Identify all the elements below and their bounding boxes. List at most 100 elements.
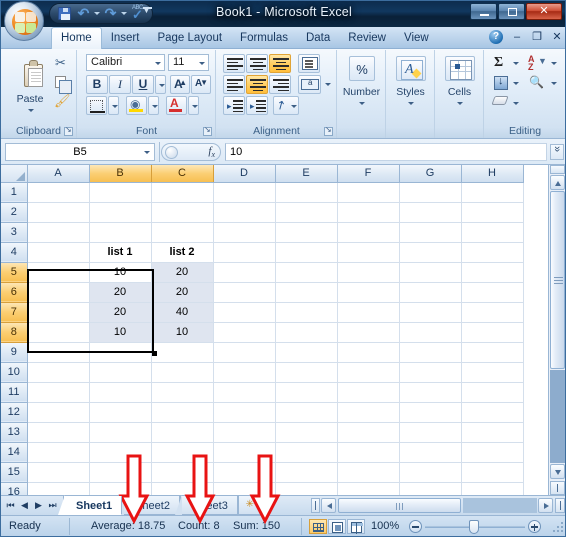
bottom-align-button[interactable]: [269, 54, 291, 73]
cell-c7[interactable]: 40: [151, 302, 214, 323]
underline-dropdown-button[interactable]: [155, 75, 166, 94]
minimize-ribbon-icon[interactable]: –: [511, 31, 523, 43]
cell-b1[interactable]: [89, 182, 152, 203]
find-select-dropdown-icon[interactable]: [551, 82, 557, 85]
row-header-8[interactable]: 8: [1, 322, 28, 343]
row-header-16[interactable]: 16: [1, 482, 28, 495]
cell-h9[interactable]: [461, 342, 524, 363]
cell-b5[interactable]: 10: [89, 262, 152, 283]
undo-dropdown-icon[interactable]: [94, 12, 100, 15]
font-size-dropdown-icon[interactable]: [199, 62, 205, 65]
cell-f9[interactable]: [337, 342, 400, 363]
sort-filter-dropdown-icon[interactable]: [551, 62, 557, 65]
cell-c1[interactable]: [151, 182, 214, 203]
tab-review[interactable]: Review: [339, 28, 395, 49]
cell-e8[interactable]: [275, 322, 338, 343]
name-box-dropdown-icon[interactable]: [144, 151, 150, 154]
italic-button[interactable]: I: [109, 75, 131, 94]
close-workbook-icon[interactable]: ✕: [551, 31, 563, 43]
tab-view[interactable]: View: [395, 28, 438, 49]
cell-b2[interactable]: [89, 202, 152, 223]
cell-g10[interactable]: [399, 362, 462, 383]
cell-g14[interactable]: [399, 442, 462, 463]
cells-dropdown-icon[interactable]: [457, 102, 463, 105]
next-sheet-icon[interactable]: ▶: [32, 499, 45, 512]
cell-b14[interactable]: [89, 442, 152, 463]
cell-d3[interactable]: [213, 222, 276, 243]
cell-d6[interactable]: [213, 282, 276, 303]
formula-input[interactable]: 10: [225, 143, 547, 161]
cell-d10[interactable]: [213, 362, 276, 383]
tab-insert[interactable]: Insert: [102, 28, 149, 49]
maximize-button[interactable]: [498, 3, 525, 20]
tab-page-layout[interactable]: Page Layout: [148, 28, 231, 49]
row-header-5[interactable]: 5: [1, 262, 28, 283]
horizontal-scroll-thumb[interactable]: [338, 498, 461, 513]
cell-h16[interactable]: [461, 482, 524, 495]
font-color-button[interactable]: A: [166, 96, 187, 115]
cell-e10[interactable]: [275, 362, 338, 383]
fill-button[interactable]: [491, 74, 511, 92]
cell-f6[interactable]: [337, 282, 400, 303]
cell-c4[interactable]: list 2: [151, 242, 214, 263]
cell-f3[interactable]: [337, 222, 400, 243]
row-header-1[interactable]: 1: [1, 182, 28, 203]
cell-f14[interactable]: [337, 442, 400, 463]
cell-e9[interactable]: [275, 342, 338, 363]
cell-e13[interactable]: [275, 422, 338, 443]
merge-center-dropdown-icon[interactable]: [325, 83, 331, 86]
row-header-10[interactable]: 10: [1, 362, 28, 383]
select-all-corner[interactable]: [1, 165, 28, 183]
expand-formula-bar-icon[interactable]: [550, 144, 564, 160]
redo-dropdown-icon[interactable]: [121, 12, 127, 15]
column-header-b[interactable]: B: [89, 165, 152, 183]
view-page-break-button[interactable]: [347, 519, 365, 534]
cell-h6[interactable]: [461, 282, 524, 303]
cell-f10[interactable]: [337, 362, 400, 383]
cell-e7[interactable]: [275, 302, 338, 323]
cell-d7[interactable]: [213, 302, 276, 323]
cell-b10[interactable]: [89, 362, 152, 383]
font-dialog-launcher[interactable]: [203, 125, 212, 136]
vertical-scroll-end[interactable]: [550, 481, 565, 495]
cut-button[interactable]: ✂: [53, 55, 72, 72]
count-statistic[interactable]: Count: 8: [178, 520, 220, 532]
cell-a7[interactable]: [27, 302, 90, 323]
row-header-3[interactable]: 3: [1, 222, 28, 243]
column-header-e[interactable]: E: [275, 165, 338, 183]
cell-b9[interactable]: [89, 342, 152, 363]
cell-h2[interactable]: [461, 202, 524, 223]
row-header-7[interactable]: 7: [1, 302, 28, 323]
vertical-scroll-thumb[interactable]: [550, 191, 565, 369]
cell-g12[interactable]: [399, 402, 462, 423]
fill-color-dropdown-button[interactable]: [148, 96, 159, 115]
scroll-left-button[interactable]: [321, 498, 336, 513]
cell-b11[interactable]: [89, 382, 152, 403]
cell-b13[interactable]: [89, 422, 152, 443]
paste-dropdown-icon[interactable]: [28, 109, 34, 112]
cell-f15[interactable]: [337, 462, 400, 483]
cell-e2[interactable]: [275, 202, 338, 223]
sort-filter-button[interactable]: AZ ▼: [527, 54, 549, 72]
sheet-tab-sheet2[interactable]: Sheet2: [117, 495, 180, 515]
cancel-enter-icon[interactable]: [165, 146, 178, 159]
prev-sheet-icon[interactable]: ◀: [18, 499, 31, 512]
cell-a5[interactable]: [27, 262, 90, 283]
cell-g2[interactable]: [399, 202, 462, 223]
cell-d1[interactable]: [213, 182, 276, 203]
cell-e14[interactable]: [275, 442, 338, 463]
view-page-layout-button[interactable]: [328, 519, 346, 534]
insert-worksheet-icon[interactable]: ✳: [237, 496, 262, 515]
cell-a1[interactable]: [27, 182, 90, 203]
cell-c15[interactable]: [151, 462, 214, 483]
alignment-dialog-launcher[interactable]: [324, 125, 333, 136]
horizontal-scroll-end[interactable]: [555, 498, 565, 513]
clear-dropdown-icon[interactable]: [513, 102, 519, 105]
find-select-button[interactable]: 🔍: [527, 74, 547, 92]
cell-a3[interactable]: [27, 222, 90, 243]
cell-f13[interactable]: [337, 422, 400, 443]
zoom-level[interactable]: 100%: [371, 520, 399, 532]
cell-b12[interactable]: [89, 402, 152, 423]
clipboard-dialog-launcher[interactable]: [64, 125, 73, 136]
cell-a9[interactable]: [27, 342, 90, 363]
